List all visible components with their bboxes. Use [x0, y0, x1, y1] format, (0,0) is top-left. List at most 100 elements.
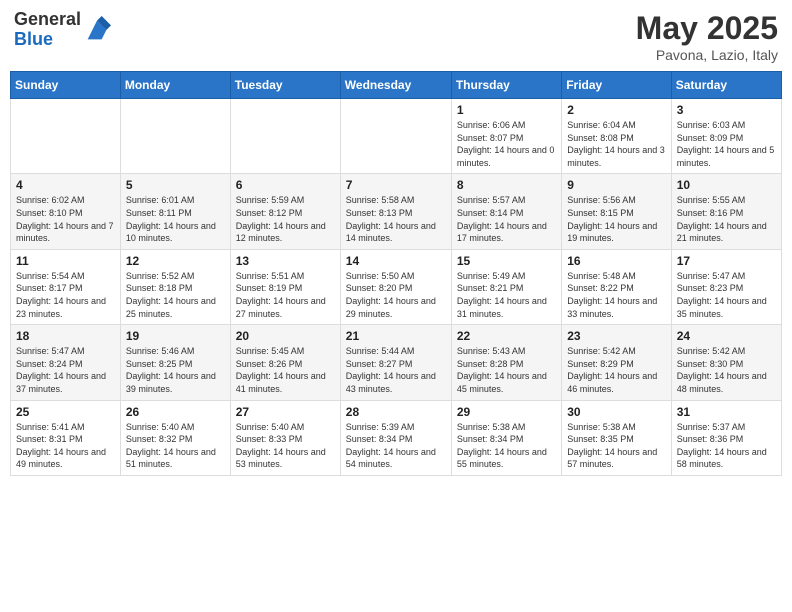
day-info: Sunrise: 5:42 AMSunset: 8:29 PMDaylight:… — [567, 345, 665, 395]
calendar-cell: 4Sunrise: 6:02 AMSunset: 8:10 PMDaylight… — [11, 174, 121, 249]
day-info: Sunrise: 5:57 AMSunset: 8:14 PMDaylight:… — [457, 194, 556, 244]
day-info: Sunrise: 5:59 AMSunset: 8:12 PMDaylight:… — [236, 194, 335, 244]
day-number: 16 — [567, 254, 665, 268]
weekday-header-thursday: Thursday — [451, 72, 561, 99]
calendar-cell: 30Sunrise: 5:38 AMSunset: 8:35 PMDayligh… — [562, 400, 671, 475]
day-info: Sunrise: 5:42 AMSunset: 8:30 PMDaylight:… — [677, 345, 776, 395]
day-info: Sunrise: 6:03 AMSunset: 8:09 PMDaylight:… — [677, 119, 776, 169]
weekday-header-sunday: Sunday — [11, 72, 121, 99]
calendar-cell: 1 Sunrise: 6:06 AMSunset: 8:07 PMDaylight… — [451, 99, 561, 174]
day-info: Sunrise: 5:37 AMSunset: 8:36 PMDaylight:… — [677, 421, 776, 471]
day-info: Sunrise: 5:55 AMSunset: 8:16 PMDaylight:… — [677, 194, 776, 244]
calendar-cell — [340, 99, 451, 174]
day-info: Sunrise: 5:47 AMSunset: 8:23 PMDaylight:… — [677, 270, 776, 320]
calendar-cell — [11, 99, 121, 174]
day-info: Sunrise: 5:46 AMSunset: 8:25 PMDaylight:… — [126, 345, 225, 395]
weekday-header-saturday: Saturday — [671, 72, 781, 99]
calendar-cell: 10 Sunrise: 5:55 AMSunset: 8:16 PMDayligh… — [671, 174, 781, 249]
calendar-cell: 12 Sunrise: 5:52 AMSunset: 8:18 PMDayligh… — [120, 249, 230, 324]
day-number: 20 — [236, 329, 335, 343]
day-number: 8 — [457, 178, 556, 192]
day-number: 24 — [677, 329, 776, 343]
day-info: Sunrise: 5:51 AMSunset: 8:19 PMDaylight:… — [236, 270, 335, 320]
day-number: 25 — [16, 405, 115, 419]
logo-general: General — [14, 9, 81, 29]
calendar-cell — [120, 99, 230, 174]
calendar-table: SundayMondayTuesdayWednesdayThursdayFrid… — [10, 71, 782, 476]
day-info: Sunrise: 5:38 AMSunset: 8:35 PMDaylight:… — [567, 421, 665, 471]
day-number: 19 — [126, 329, 225, 343]
day-number: 18 — [16, 329, 115, 343]
logo: General Blue — [14, 10, 111, 50]
day-number: 5 — [126, 178, 225, 192]
weekday-header-tuesday: Tuesday — [230, 72, 340, 99]
weekday-header-monday: Monday — [120, 72, 230, 99]
calendar-cell: 26 Sunrise: 5:40 AMSunset: 8:32 PMDayligh… — [120, 400, 230, 475]
calendar-cell: 8 Sunrise: 5:57 AMSunset: 8:14 PMDaylight… — [451, 174, 561, 249]
day-number: 9 — [567, 178, 665, 192]
calendar-cell: 19 Sunrise: 5:46 AMSunset: 8:25 PMDayligh… — [120, 325, 230, 400]
calendar-cell: 31 Sunrise: 5:37 AMSunset: 8:36 PMDayligh… — [671, 400, 781, 475]
calendar-cell: 6 Sunrise: 5:59 AMSunset: 8:12 PMDaylight… — [230, 174, 340, 249]
day-info: Sunrise: 5:56 AMSunset: 8:15 PMDaylight:… — [567, 194, 665, 244]
day-number: 12 — [126, 254, 225, 268]
calendar-cell: 24 Sunrise: 5:42 AMSunset: 8:30 PMDayligh… — [671, 325, 781, 400]
calendar-cell: 29 Sunrise: 5:38 AMSunset: 8:34 PMDayligh… — [451, 400, 561, 475]
week-row-5: 25 Sunrise: 5:41 AMSunset: 8:31 PMDayligh… — [11, 400, 782, 475]
day-number: 14 — [346, 254, 446, 268]
day-info: Sunrise: 5:40 AMSunset: 8:33 PMDaylight:… — [236, 421, 335, 471]
day-number: 17 — [677, 254, 776, 268]
calendar-cell: 17 Sunrise: 5:47 AMSunset: 8:23 PMDayligh… — [671, 249, 781, 324]
calendar-cell: 21Sunrise: 5:44 AMSunset: 8:27 PMDayligh… — [340, 325, 451, 400]
page-header: General Blue May 2025 Pavona, Lazio, Ita… — [10, 10, 782, 63]
day-number: 11 — [16, 254, 115, 268]
week-row-1: 1 Sunrise: 6:06 AMSunset: 8:07 PMDaylight… — [11, 99, 782, 174]
calendar-cell: 16Sunrise: 5:48 AMSunset: 8:22 PMDayligh… — [562, 249, 671, 324]
day-number: 26 — [126, 405, 225, 419]
day-info: Sunrise: 5:38 AMSunset: 8:34 PMDaylight:… — [457, 421, 556, 471]
day-number: 29 — [457, 405, 556, 419]
title-block: May 2025 Pavona, Lazio, Italy — [636, 10, 778, 63]
day-number: 10 — [677, 178, 776, 192]
calendar-cell: 15Sunrise: 5:49 AMSunset: 8:21 PMDayligh… — [451, 249, 561, 324]
day-number: 2 — [567, 103, 665, 117]
day-number: 13 — [236, 254, 335, 268]
calendar-cell: 13 Sunrise: 5:51 AMSunset: 8:19 PMDayligh… — [230, 249, 340, 324]
calendar-cell: 9 Sunrise: 5:56 AMSunset: 8:15 PMDaylight… — [562, 174, 671, 249]
day-info: Sunrise: 5:39 AMSunset: 8:34 PMDaylight:… — [346, 421, 446, 471]
logo-icon — [83, 16, 111, 44]
day-info: Sunrise: 6:06 AMSunset: 8:07 PMDaylight:… — [457, 119, 556, 169]
day-number: 22 — [457, 329, 556, 343]
calendar-cell: 20 Sunrise: 5:45 AMSunset: 8:26 PMDayligh… — [230, 325, 340, 400]
day-number: 6 — [236, 178, 335, 192]
day-number: 28 — [346, 405, 446, 419]
day-info: Sunrise: 5:40 AMSunset: 8:32 PMDaylight:… — [126, 421, 225, 471]
day-info: Sunrise: 5:49 AMSunset: 8:21 PMDaylight:… — [457, 270, 556, 320]
day-info: Sunrise: 5:45 AMSunset: 8:26 PMDaylight:… — [236, 345, 335, 395]
day-info: Sunrise: 6:01 AMSunset: 8:11 PMDaylight:… — [126, 194, 225, 244]
month-title: May 2025 — [636, 10, 778, 47]
week-row-4: 18Sunrise: 5:47 AMSunset: 8:24 PMDayligh… — [11, 325, 782, 400]
calendar-cell: 22Sunrise: 5:43 AMSunset: 8:28 PMDayligh… — [451, 325, 561, 400]
calendar-cell: 11 Sunrise: 5:54 AMSunset: 8:17 PMDayligh… — [11, 249, 121, 324]
location: Pavona, Lazio, Italy — [636, 47, 778, 63]
day-info: Sunrise: 5:50 AMSunset: 8:20 PMDaylight:… — [346, 270, 446, 320]
week-row-3: 11 Sunrise: 5:54 AMSunset: 8:17 PMDayligh… — [11, 249, 782, 324]
day-info: Sunrise: 6:04 AMSunset: 8:08 PMDaylight:… — [567, 119, 665, 169]
day-number: 21 — [346, 329, 446, 343]
day-number: 31 — [677, 405, 776, 419]
day-info: Sunrise: 5:54 AMSunset: 8:17 PMDaylight:… — [16, 270, 115, 320]
day-number: 7 — [346, 178, 446, 192]
calendar-cell: 18Sunrise: 5:47 AMSunset: 8:24 PMDayligh… — [11, 325, 121, 400]
weekday-header-friday: Friday — [562, 72, 671, 99]
day-info: Sunrise: 6:02 AMSunset: 8:10 PMDaylight:… — [16, 194, 115, 244]
day-number: 1 — [457, 103, 556, 117]
day-info: Sunrise: 5:52 AMSunset: 8:18 PMDaylight:… — [126, 270, 225, 320]
day-info: Sunrise: 5:41 AMSunset: 8:31 PMDaylight:… — [16, 421, 115, 471]
calendar-cell: 25 Sunrise: 5:41 AMSunset: 8:31 PMDayligh… — [11, 400, 121, 475]
calendar-cell: 14 Sunrise: 5:50 AMSunset: 8:20 PMDayligh… — [340, 249, 451, 324]
calendar-cell: 27Sunrise: 5:40 AMSunset: 8:33 PMDayligh… — [230, 400, 340, 475]
weekday-header-wednesday: Wednesday — [340, 72, 451, 99]
day-number: 23 — [567, 329, 665, 343]
calendar-cell — [230, 99, 340, 174]
